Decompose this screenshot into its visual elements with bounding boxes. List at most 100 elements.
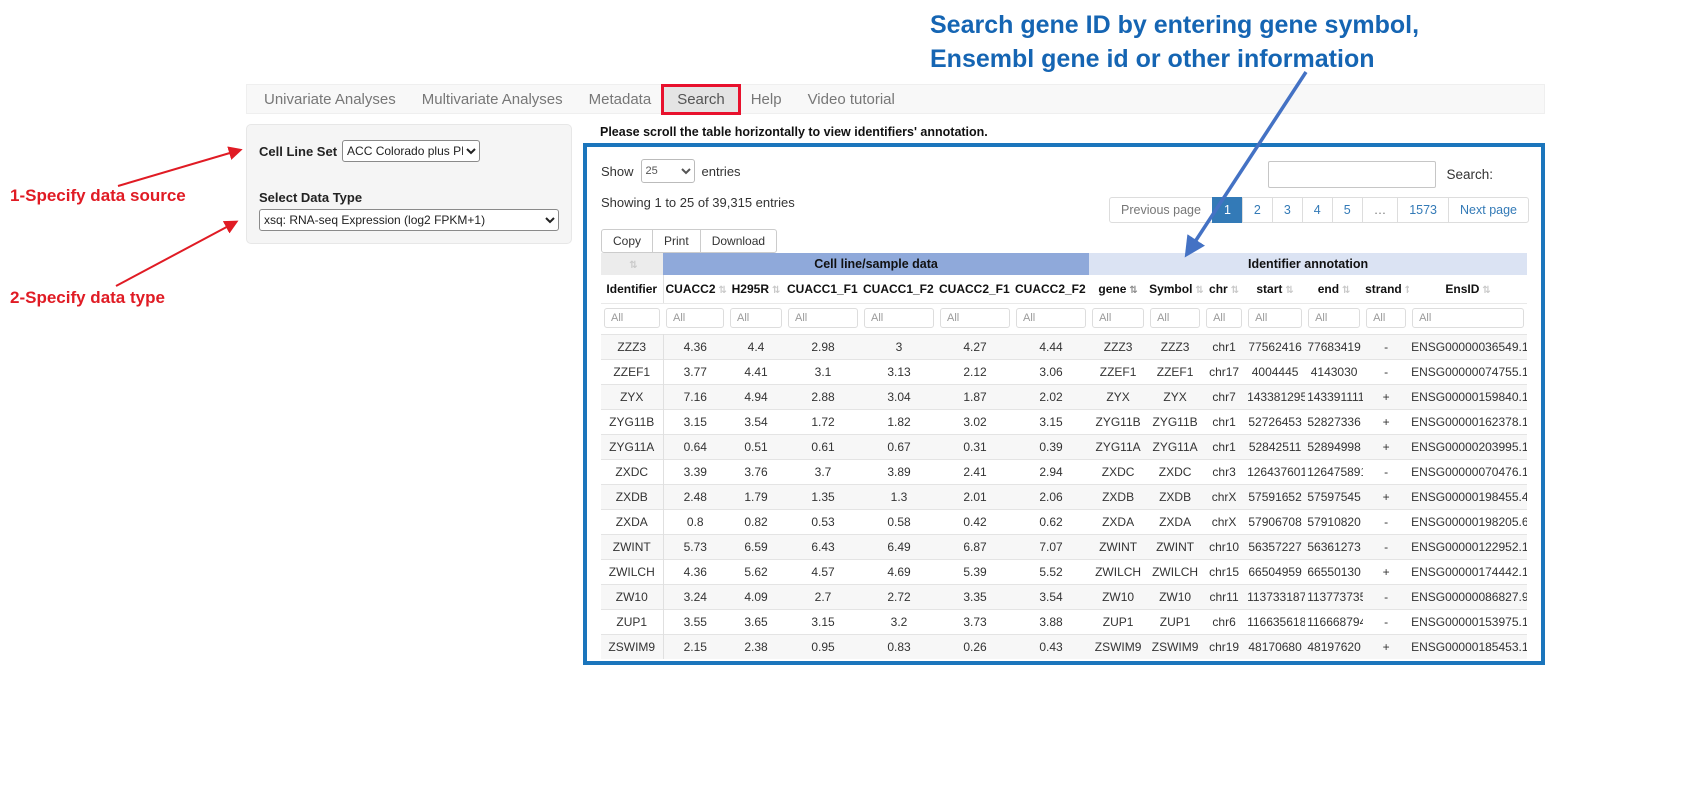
table-row[interactable]: ZUP13.553.653.153.23.733.88ZUP1ZUP1chr61… [601,610,1527,635]
nav-tab-video-tutorial[interactable]: Video tutorial [795,87,908,112]
filter-input-ensid[interactable] [1412,308,1524,328]
previous-page-button[interactable]: Previous page [1109,197,1213,223]
table-row[interactable]: ZYG11B3.153.541.721.823.023.15ZYG11BZYG1… [601,410,1527,435]
cell-strand: + [1363,385,1409,410]
cell-chr: chrX [1203,510,1245,535]
filter-input-gene[interactable] [1092,308,1144,328]
search-input[interactable] [1268,161,1436,188]
nav-tab-help[interactable]: Help [738,87,795,112]
page-length-select[interactable]: 25 [641,159,695,183]
cell-cuacc2-f2: 2.94 [1013,460,1089,485]
page-button-3[interactable]: 3 [1272,197,1303,223]
cell-line-set-select[interactable]: ACC Colorado plus PDX [342,140,480,162]
table-row[interactable]: ZWINT5.736.596.436.496.877.07ZWINTZWINTc… [601,535,1527,560]
table-row[interactable]: ZYG11A0.640.510.610.670.310.39ZYG11AZYG1… [601,435,1527,460]
cell-ensid: ENSG00000086827.9 [1409,585,1527,610]
print-button[interactable]: Print [652,229,701,253]
filter-cell-strand [1363,304,1409,335]
cell-chr: chr3 [1203,460,1245,485]
cell-cuacc2-f2: 2.02 [1013,385,1089,410]
page-button-5[interactable]: 5 [1332,197,1363,223]
column-header-chr[interactable]: chr⇅ [1203,275,1245,304]
filter-input-symbol[interactable] [1150,308,1200,328]
cell-cuacc2: 0.8 [663,510,727,535]
table-row[interactable]: ZWILCH4.365.624.574.695.395.52ZWILCHZWIL… [601,560,1527,585]
table-row[interactable]: ZYX7.164.942.883.041.872.02ZYXZYXchr7143… [601,385,1527,410]
cell-chr: chr19 [1203,635,1245,660]
cell-cuacc1-f1: 0.53 [785,510,861,535]
cell-start: 113733187 [1245,585,1305,610]
column-header-symbol[interactable]: Symbol⇅ [1147,275,1203,304]
column-header-strand[interactable]: strand⇅ [1363,275,1409,304]
page-button-2[interactable]: 2 [1242,197,1273,223]
column-header-h295r[interactable]: H295R⇅ [727,275,785,304]
filter-cell-cuacc2-f1 [937,304,1013,335]
filter-cell-ensid [1409,304,1527,335]
filter-input-cuacc2-f2[interactable] [1016,308,1086,328]
cell-gene: ZW10 [1089,585,1147,610]
table-row[interactable]: ZXDC3.393.763.73.892.412.94ZXDCZXDCchr31… [601,460,1527,485]
filter-cell-chr [1203,304,1245,335]
cell-h295r: 6.59 [727,535,785,560]
filter-input-cuacc1-f2[interactable] [864,308,934,328]
table-row[interactable]: ZSWIM92.152.380.950.830.260.43ZSWIM9ZSWI… [601,635,1527,660]
filter-cell-gene [1089,304,1147,335]
column-header-identifier[interactable]: Identifier [601,275,663,304]
table-row[interactable]: ZXDB2.481.791.351.32.012.06ZXDBZXDBchrX5… [601,485,1527,510]
cell-cuacc1-f2: 1.3 [861,485,937,510]
filter-input-h295r[interactable] [730,308,782,328]
filter-cell-cuacc1-f2 [861,304,937,335]
cell-symbol: ZXDA [1147,510,1203,535]
cell-cuacc1-f2: 3.04 [861,385,937,410]
nav-tab-univariate-analyses[interactable]: Univariate Analyses [251,87,409,112]
column-header-ensid[interactable]: EnsID⇅ [1409,275,1527,304]
nav-tab-search[interactable]: Search [664,87,738,112]
cell-cuacc2: 3.55 [663,610,727,635]
cell-cuacc1-f1: 1.72 [785,410,861,435]
table-row[interactable]: ZZEF13.774.413.13.132.123.06ZZEF1ZZEF1ch… [601,360,1527,385]
nav-tab-multivariate-analyses[interactable]: Multivariate Analyses [409,87,576,112]
column-header-cuacc2-f2[interactable]: CUACC2_F2⇅ [1013,275,1089,304]
filter-input-cuacc2[interactable] [666,308,724,328]
filter-input-start[interactable] [1248,308,1302,328]
page-button-1573[interactable]: 1573 [1397,197,1449,223]
copy-button[interactable]: Copy [601,229,653,253]
data-type-select[interactable]: xsq: RNA-seq Expression (log2 FPKM+1) [259,209,559,231]
filter-input-identifier[interactable] [604,308,660,328]
column-header-cuacc2-f1[interactable]: CUACC2_F1⇅ [937,275,1013,304]
column-header-start[interactable]: start⇅ [1245,275,1305,304]
data-type-label: Select Data Type [259,190,559,205]
filter-input-end[interactable] [1308,308,1360,328]
cell-end: 116668794 [1305,610,1363,635]
table-row[interactable]: ZXDA0.80.820.530.580.420.62ZXDAZXDAchrX5… [601,510,1527,535]
column-header-cuacc2[interactable]: CUACC2⇅ [663,275,727,304]
table-row[interactable]: ZZZ34.364.42.9834.274.44ZZZ3ZZZ3chr17756… [601,335,1527,360]
sort-icon: ⇅ [1195,285,1203,296]
column-header-cuacc1-f1[interactable]: CUACC1_F1⇅ [785,275,861,304]
next-page-button[interactable]: Next page [1448,197,1529,223]
cell-start: 143381295 [1245,385,1305,410]
cell-h295r: 0.82 [727,510,785,535]
cell-end: 113773735 [1305,585,1363,610]
filter-input-chr[interactable] [1206,308,1242,328]
cell-cuacc2-f2: 3.88 [1013,610,1089,635]
filter-cell-start [1245,304,1305,335]
cell-ensid: ENSG00000074755.15 [1409,360,1527,385]
sort-icon: ⇅ [772,285,780,296]
filter-input-strand[interactable] [1366,308,1406,328]
filter-input-cuacc1-f1[interactable] [788,308,858,328]
column-header-cuacc1-f2[interactable]: CUACC1_F2⇅ [861,275,937,304]
page-button-1[interactable]: 1 [1212,197,1243,223]
cell-end: 57910820 [1305,510,1363,535]
table-row[interactable]: ZW103.244.092.72.723.353.54ZW10ZW10chr11… [601,585,1527,610]
nav-tab-metadata[interactable]: Metadata [576,87,665,112]
page-button-4[interactable]: 4 [1302,197,1333,223]
cell-ensid: ENSG00000036549.13 [1409,335,1527,360]
column-header-gene[interactable]: gene⇅ [1089,275,1147,304]
filter-input-cuacc2-f1[interactable] [940,308,1010,328]
column-header-end[interactable]: end⇅ [1305,275,1363,304]
cell-line-set-label: Cell Line Set [259,144,337,159]
cell-h295r: 3.65 [727,610,785,635]
show-label: Show [601,164,634,179]
download-button[interactable]: Download [700,229,777,253]
